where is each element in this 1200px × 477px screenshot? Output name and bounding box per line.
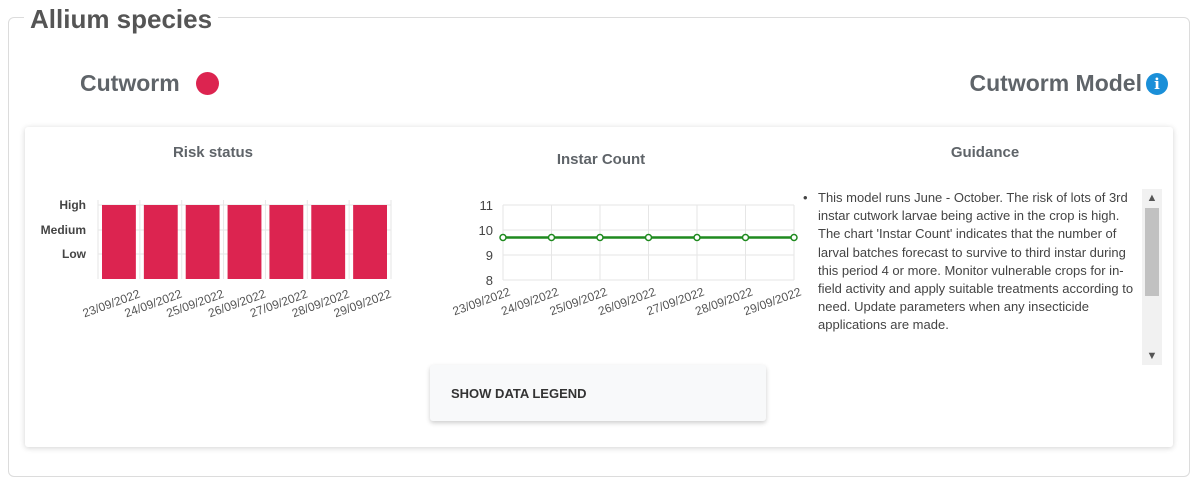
risk-y-tick-label: Medium	[41, 223, 86, 237]
instar-point	[596, 233, 604, 242]
section-title: Allium species	[24, 2, 219, 36]
guidance-text-block: • This model runs June - October. The ri…	[800, 189, 1136, 335]
instar-point	[790, 233, 798, 242]
guidance-scroll-area[interactable]: • This model runs June - October. The ri…	[800, 189, 1162, 365]
risk-bar	[269, 205, 304, 279]
guidance-title: Guidance	[950, 144, 1020, 161]
instar-point	[693, 233, 701, 242]
instar-y-tick-label: 11	[480, 198, 494, 213]
scrollbar-thumb[interactable]	[1145, 208, 1159, 296]
risk-status-title: Risk status	[172, 144, 254, 161]
model-title: Cutworm Model	[969, 70, 1143, 96]
instar-point	[547, 233, 556, 242]
risk-bar	[353, 205, 387, 279]
instar-point	[741, 233, 750, 242]
pest-header: Cutworm	[80, 70, 219, 97]
risk-bar	[143, 205, 178, 279]
guidance-bullet: •	[803, 190, 808, 205]
guidance-scrollbar[interactable]: ▲ ▼	[1142, 189, 1162, 365]
pest-name: Cutworm	[80, 70, 180, 96]
instar-count-chart: 89101123/09/202224/09/202225/09/202226/0…	[451, 198, 804, 318]
risk-y-tick-label: Low	[62, 247, 87, 261]
guidance-text: This model runs June - October. The risk…	[818, 190, 1134, 333]
risk-bar	[311, 205, 346, 279]
instar-point	[644, 233, 653, 242]
model-card: Risk status Low Medium High 23/09/2022 24/09…	[25, 127, 1173, 447]
info-icon[interactable]: i	[1146, 72, 1168, 95]
risk-bar	[102, 205, 136, 279]
model-header: Cutworm Model i	[969, 70, 1168, 97]
risk-status-chart: LowMediumHigh23/09/202224/09/202225/09/2…	[41, 198, 394, 320]
scroll-up-arrow-icon[interactable]: ▲	[1142, 189, 1162, 207]
risk-bar	[185, 205, 220, 279]
risk-y-tick-label: High	[59, 198, 86, 212]
show-data-legend-button[interactable]: SHOW DATA LEGEND	[430, 365, 766, 421]
instar-count-title: Instar Count	[556, 151, 646, 168]
risk-status-dot	[195, 72, 219, 95]
instar-y-tick-label: 10	[479, 223, 493, 238]
instar-point	[499, 233, 507, 242]
risk-bar	[227, 205, 262, 279]
instar-y-tick-label: 8	[486, 273, 493, 288]
scroll-down-arrow-icon[interactable]: ▼	[1142, 347, 1162, 365]
instar-y-tick-label: 9	[486, 248, 493, 263]
